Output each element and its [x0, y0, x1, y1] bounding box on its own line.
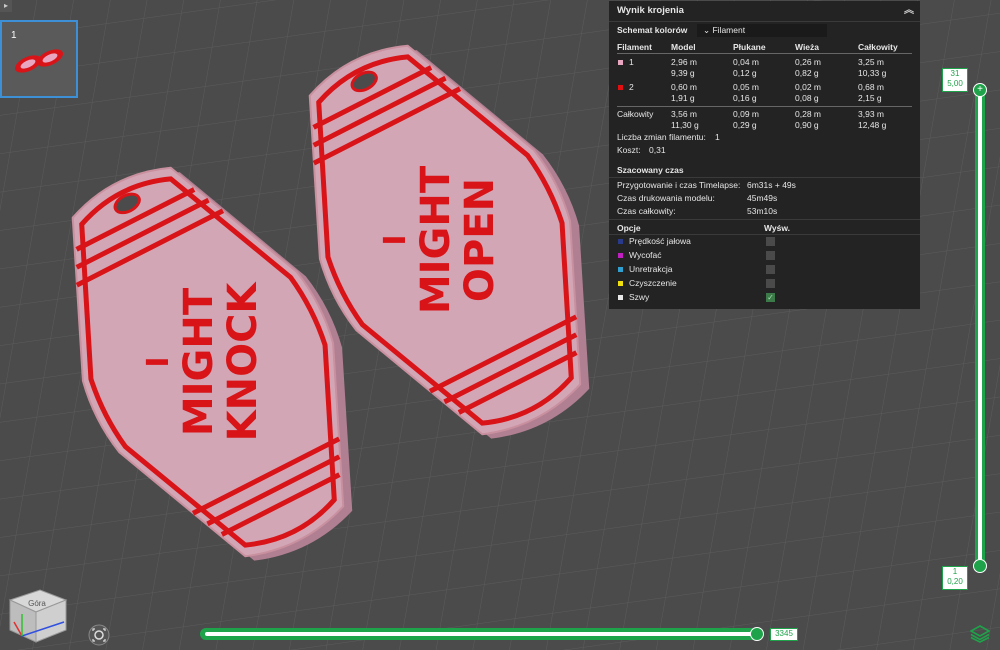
option-seams: Szwy: [629, 292, 650, 302]
move-slider-range: [205, 632, 755, 636]
model-time-value: 45m49s: [747, 193, 778, 203]
unretract-checkbox[interactable]: [766, 265, 775, 274]
unretract-swatch: [618, 267, 623, 272]
move-slider-handle[interactable]: [750, 627, 764, 641]
prep-time-value: 6m31s + 49s: [747, 180, 796, 190]
seams-swatch: [618, 295, 623, 300]
model-time-label: Czas drukowania modelu:: [617, 193, 715, 203]
layer-slider-top-handle[interactable]: +: [973, 83, 987, 97]
thumbnail-toggle-icon[interactable]: ▸: [0, 0, 12, 12]
row2-flush-length: 0,05 m: [733, 82, 759, 92]
col-flush: Płukane: [733, 42, 766, 52]
keytag-right-line3: OPEN: [457, 178, 503, 302]
row2-model-length: 0,60 m: [671, 82, 697, 92]
color-scheme-value: Filament: [712, 25, 746, 35]
plate-preview-icon: [14, 49, 64, 73]
row2-tower-weight: 0,08 g: [795, 93, 819, 103]
cost-label: Koszt:: [617, 145, 641, 155]
wipe-swatch: [618, 281, 623, 286]
filament-changes-label: Liczba zmian filamentu:: [617, 132, 706, 142]
filament-1-swatch: [618, 60, 623, 65]
top-layer-label: 31 5,00: [942, 68, 968, 92]
total-time-value: 53m10s: [747, 206, 778, 216]
col-tower: Wieża: [795, 42, 820, 52]
option-idle-speed: Prędkość jałowa: [629, 236, 691, 246]
layer-slider-range: [978, 95, 982, 561]
total-row-label: Całkowity: [617, 109, 654, 119]
idle-speed-checkbox[interactable]: [766, 237, 775, 246]
total-total-weight: 12,48 g: [858, 120, 887, 130]
cost-value: 0,31: [649, 145, 666, 155]
row1-tower-length: 0,26 m: [795, 57, 821, 67]
layers-icon[interactable]: [970, 625, 990, 643]
top-layer-number: 31: [950, 69, 960, 78]
option-unretract: Unretrakcja: [629, 264, 673, 274]
keytag-right-line2: MIGHT: [413, 165, 459, 314]
bottom-layer-label: 1 0,20: [942, 566, 968, 590]
row2-total-weight: 2,15 g: [858, 93, 882, 103]
retract-swatch: [618, 253, 623, 258]
plus-icon: +: [977, 84, 983, 95]
layer-slider-bottom-handle[interactable]: [973, 559, 987, 573]
row2-model-weight: 1,91 g: [671, 93, 695, 103]
seams-checkbox[interactable]: ✓: [766, 293, 775, 302]
filament-1-id: 1: [629, 57, 634, 67]
view-cube[interactable]: Góra: [4, 578, 74, 646]
idle-speed-swatch: [618, 239, 623, 244]
row1-total-weight: 10,33 g: [858, 68, 887, 78]
keytag-right-line1: I: [378, 234, 413, 245]
view-cube-label: Góra: [28, 599, 46, 608]
keytag-left-line3: KNOCK: [220, 281, 266, 442]
total-time-label: Czas całkowity:: [617, 206, 676, 216]
row1-flush-weight: 0,12 g: [733, 68, 757, 78]
total-tower-length: 0,28 m: [795, 109, 821, 119]
keytag-left-line2: MIGHT: [176, 287, 222, 436]
camera-reset-icon[interactable]: [88, 624, 110, 646]
color-scheme-label: Schemat kolorów: [617, 25, 688, 35]
option-retract: Wycofać: [629, 250, 662, 260]
keytag-left-line1: I: [141, 356, 176, 367]
row1-total-length: 3,25 m: [858, 57, 884, 67]
bottom-layer-number: 1: [952, 567, 958, 576]
total-flush-length: 0,09 m: [733, 109, 759, 119]
slicing-result-panel: Wynik krojenia ︽ Schemat kolorów ⌄ Filam…: [609, 1, 920, 309]
row1-model-weight: 9,39 g: [671, 68, 695, 78]
total-tower-weight: 0,90 g: [795, 120, 819, 130]
display-heading: Wyśw.: [764, 223, 790, 233]
plate-number: 1: [11, 30, 17, 41]
total-total-length: 3,93 m: [858, 109, 884, 119]
row1-tower-weight: 0,82 g: [795, 68, 819, 78]
col-total: Całkowity: [858, 42, 898, 52]
total-model-length: 3,56 m: [671, 109, 697, 119]
bottom-layer-height: 0,20: [947, 577, 963, 586]
total-flush-weight: 0,29 g: [733, 120, 757, 130]
row1-model-length: 2,96 m: [671, 57, 697, 67]
time-heading: Szacowany czas: [617, 165, 684, 175]
total-model-weight: 11,30 g: [671, 120, 699, 130]
collapse-icon[interactable]: ︽: [904, 1, 914, 21]
row2-flush-weight: 0,16 g: [733, 93, 757, 103]
plate-thumbnail[interactable]: 1: [0, 20, 78, 98]
row2-tower-length: 0,02 m: [795, 82, 821, 92]
wipe-checkbox[interactable]: [766, 279, 775, 288]
col-model: Model: [671, 42, 696, 52]
col-filament: Filament: [617, 42, 652, 52]
filament-2-id: 2: [629, 82, 634, 92]
top-layer-height: 5,00: [947, 79, 963, 88]
filament-2-swatch: [618, 85, 623, 90]
option-wipe: Czyszczenie: [629, 278, 677, 288]
retract-checkbox[interactable]: [766, 251, 775, 260]
move-slider-value: 3345: [770, 628, 798, 641]
panel-title: Wynik krojenia: [617, 5, 684, 16]
prep-time-label: Przygotowanie i czas Timelapse:: [617, 180, 741, 190]
color-scheme-dropdown[interactable]: ⌄ Filament: [697, 24, 827, 37]
row1-flush-length: 0,04 m: [733, 57, 759, 67]
row2-total-length: 0,68 m: [858, 82, 884, 92]
filament-changes-value: 1: [715, 132, 720, 142]
options-heading: Opcje: [617, 223, 641, 233]
